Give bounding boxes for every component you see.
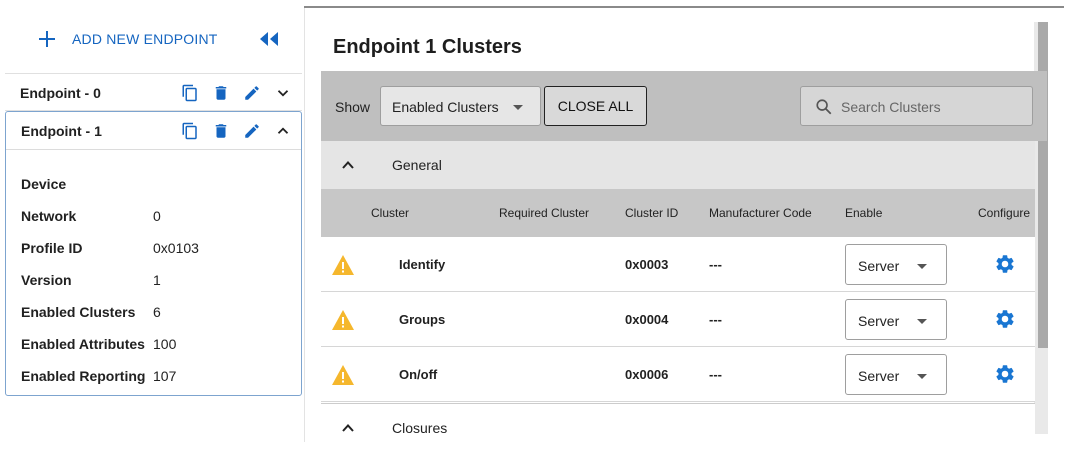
column-configure: Configure	[978, 206, 1031, 220]
detail-value: 107	[153, 368, 177, 384]
chevron-up-icon	[342, 424, 354, 432]
detail-enabled-reporting: Enabled Reporting 107	[21, 368, 199, 400]
cluster-id: 0x0004	[625, 312, 669, 327]
manufacturer-code: ---	[709, 312, 722, 327]
cluster-name: On/off	[399, 367, 438, 382]
table-row: Groups 0x0004 --- Server	[321, 292, 1035, 347]
plus-icon	[38, 30, 56, 48]
detail-value: 0	[153, 208, 161, 224]
column-enable: Enable	[845, 206, 883, 220]
enable-value: Server	[858, 313, 900, 329]
detail-value: 0x0103	[153, 240, 199, 256]
detail-network: Network 0	[21, 208, 199, 240]
group-label: General	[392, 157, 442, 173]
enable-value: Server	[858, 258, 900, 274]
cluster-table-header: Cluster Required Cluster Cluster ID Manu…	[321, 189, 1035, 237]
show-label: Show	[335, 99, 371, 115]
gear-icon[interactable]	[994, 363, 1016, 385]
warning-icon	[332, 255, 354, 275]
endpoint-header-0[interactable]: Endpoint - 0	[5, 74, 302, 112]
cluster-name: Groups	[399, 312, 446, 327]
detail-enabled-clusters: Enabled Clusters 6	[21, 304, 199, 336]
filter-value: Enabled Clusters	[392, 99, 499, 115]
warning-icon	[332, 310, 354, 330]
cluster-name: Identify	[399, 257, 446, 272]
detail-enabled-attributes: Enabled Attributes 100	[21, 336, 199, 368]
double-chevron-left-icon[interactable]	[258, 31, 280, 47]
column-cluster: Cluster	[371, 206, 410, 220]
warning-icon	[332, 365, 354, 385]
detail-key: Device	[21, 176, 67, 192]
detail-key: Enabled Clusters	[21, 304, 136, 320]
detail-key: Enabled Reporting	[21, 368, 146, 384]
cluster-toolbar: Show Enabled Clusters CLOSE ALL	[321, 71, 1047, 141]
table-row: Identify 0x0003 --- Server	[321, 237, 1035, 292]
manufacturer-code: ---	[709, 367, 722, 382]
add-new-endpoint-label: ADD NEW ENDPOINT	[72, 31, 218, 47]
detail-key: Network	[21, 208, 77, 224]
close-all-button[interactable]: CLOSE ALL	[544, 86, 647, 126]
caret-down-icon	[513, 105, 523, 110]
detail-key: Enabled Attributes	[21, 336, 145, 352]
gear-icon[interactable]	[994, 308, 1016, 330]
copy-icon[interactable]	[181, 84, 199, 102]
gear-icon[interactable]	[994, 253, 1016, 275]
group-general[interactable]: General	[321, 141, 1035, 189]
pencil-icon[interactable]	[243, 122, 261, 140]
group-closures[interactable]: Closures	[321, 403, 1035, 451]
caret-down-icon	[917, 374, 927, 379]
enable-select[interactable]: Server	[845, 299, 947, 340]
trash-icon[interactable]	[212, 84, 230, 102]
table-row: On/off 0x0006 --- Server	[321, 347, 1035, 402]
detail-device: Device	[21, 176, 199, 208]
cluster-filter-select[interactable]: Enabled Clusters	[380, 86, 541, 126]
caret-down-icon	[917, 319, 927, 324]
search-input[interactable]	[841, 96, 1021, 118]
trash-icon[interactable]	[212, 122, 230, 140]
chevron-up-icon	[342, 161, 354, 169]
detail-value: 1	[153, 272, 161, 288]
detail-value: 6	[153, 304, 161, 320]
endpoint-sidebar: ADD NEW ENDPOINT Endpoint - 0 Endpoint -…	[0, 0, 304, 442]
group-label: Closures	[392, 420, 448, 436]
endpoint-header-1[interactable]: Endpoint - 1	[6, 112, 301, 150]
add-new-endpoint-button[interactable]: ADD NEW ENDPOINT	[38, 30, 218, 48]
enable-value: Server	[858, 368, 900, 384]
cluster-id: 0x0003	[625, 257, 669, 272]
column-cluster-id: Cluster ID	[625, 206, 679, 220]
search-icon	[816, 99, 832, 115]
column-manufacturer-code: Manufacturer Code	[709, 206, 812, 220]
page-title: Endpoint 1 Clusters	[333, 36, 522, 58]
endpoint-title: Endpoint - 0	[20, 85, 101, 101]
endpoint-card-0: Endpoint - 0	[5, 73, 302, 111]
caret-down-icon	[917, 264, 927, 269]
add-endpoint-row: ADD NEW ENDPOINT	[0, 0, 304, 76]
detail-key: Version	[21, 272, 72, 288]
enable-select[interactable]: Server	[845, 354, 947, 395]
manufacturer-code: ---	[709, 257, 722, 272]
copy-icon[interactable]	[181, 122, 199, 140]
endpoint-card-1: Endpoint - 1 Device Network 0 Profile ID…	[5, 111, 302, 396]
cluster-id: 0x0006	[625, 367, 669, 382]
chevron-down-icon[interactable]	[274, 84, 292, 102]
pencil-icon[interactable]	[243, 84, 261, 102]
detail-profile-id: Profile ID 0x0103	[21, 240, 199, 272]
column-required-cluster: Required Cluster	[499, 206, 590, 220]
detail-value: 100	[153, 336, 177, 352]
enable-select[interactable]: Server	[845, 244, 947, 285]
search-clusters-box[interactable]	[800, 86, 1033, 126]
detail-key: Profile ID	[21, 240, 83, 256]
chevron-up-icon[interactable]	[274, 122, 292, 140]
endpoint-details: Device Network 0 Profile ID 0x0103 Versi…	[21, 176, 199, 400]
detail-version: Version 1	[21, 272, 199, 304]
endpoint-title: Endpoint - 1	[21, 123, 102, 139]
